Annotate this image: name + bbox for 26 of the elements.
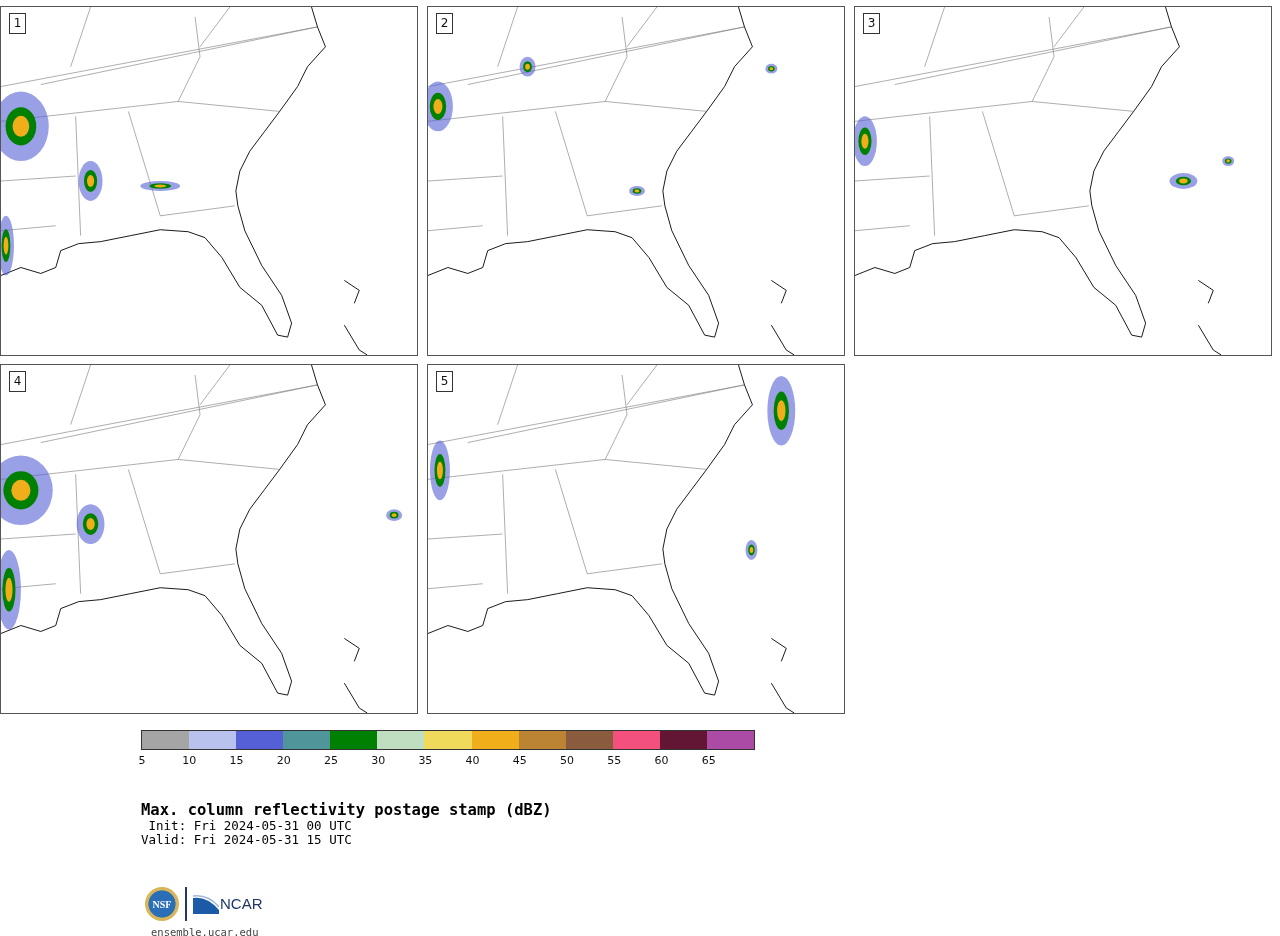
- tick-label: 60: [654, 755, 669, 767]
- tick-label: 40: [465, 755, 480, 767]
- panel-number: 5: [436, 371, 453, 392]
- tick-label: 55: [607, 755, 622, 767]
- nsf-logo: NSF: [145, 887, 179, 921]
- panel-number: 3: [863, 13, 880, 34]
- tick-label: 5: [138, 755, 146, 767]
- valid-time: Valid: Fri 2024-05-31 15 UTC: [141, 833, 353, 847]
- ncar-logo-text: NCAR: [220, 896, 263, 912]
- tick-label: 50: [560, 755, 575, 767]
- tick-label: 45: [512, 755, 527, 767]
- panel-number: 4: [9, 371, 26, 392]
- tick-label: 25: [323, 755, 338, 767]
- chart-title: Max. column reflectivity postage stamp (dBZ): [141, 801, 553, 819]
- tick-label: 65: [701, 755, 716, 767]
- tick-label: 30: [371, 755, 386, 767]
- tick-label: 15: [229, 755, 244, 767]
- arc-logo-icon: [193, 894, 219, 914]
- tick-label: 10: [182, 755, 197, 767]
- site-url: ensemble.ucar.edu: [151, 925, 260, 936]
- logo-divider: [185, 887, 187, 921]
- tick-label: 35: [418, 755, 433, 767]
- panel-number: 2: [436, 13, 453, 34]
- panel-number: 1: [9, 13, 26, 34]
- tick-label: 20: [276, 755, 291, 767]
- init-time: Init: Fri 2024-05-31 00 UTC: [147, 819, 353, 833]
